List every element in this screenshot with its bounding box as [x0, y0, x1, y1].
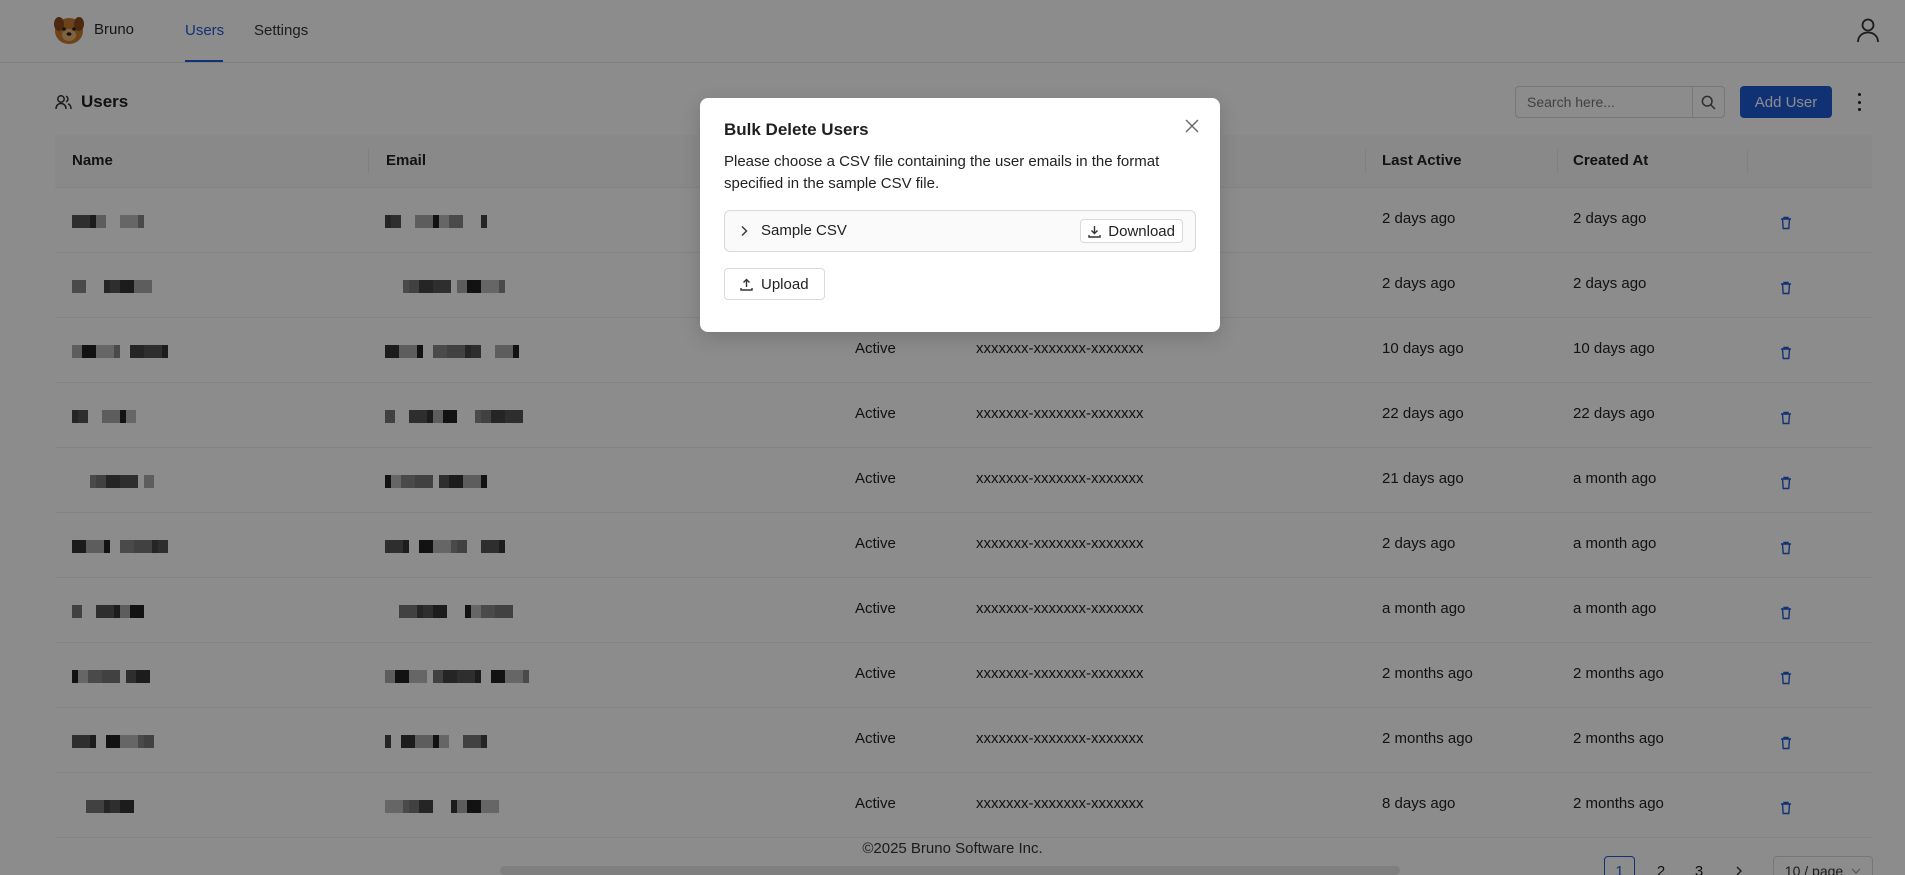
close-icon[interactable] [1184, 118, 1200, 134]
download-button[interactable]: Download [1080, 219, 1183, 243]
chevron-right-icon[interactable] [739, 225, 749, 237]
upload-button[interactable]: Upload [724, 268, 825, 300]
upload-label: Upload [761, 275, 809, 293]
download-icon [1088, 225, 1101, 238]
sample-csv-collapse[interactable]: Sample CSV Download [724, 210, 1196, 252]
bulk-delete-modal: Bulk Delete Users Please choose a CSV fi… [700, 98, 1220, 332]
download-label: Download [1108, 222, 1175, 240]
modal-title: Bulk Delete Users [724, 120, 869, 139]
modal-description: Please choose a CSV file containing the … [724, 153, 1160, 192]
upload-icon [740, 278, 753, 291]
sample-csv-label[interactable]: Sample CSV [761, 222, 847, 239]
